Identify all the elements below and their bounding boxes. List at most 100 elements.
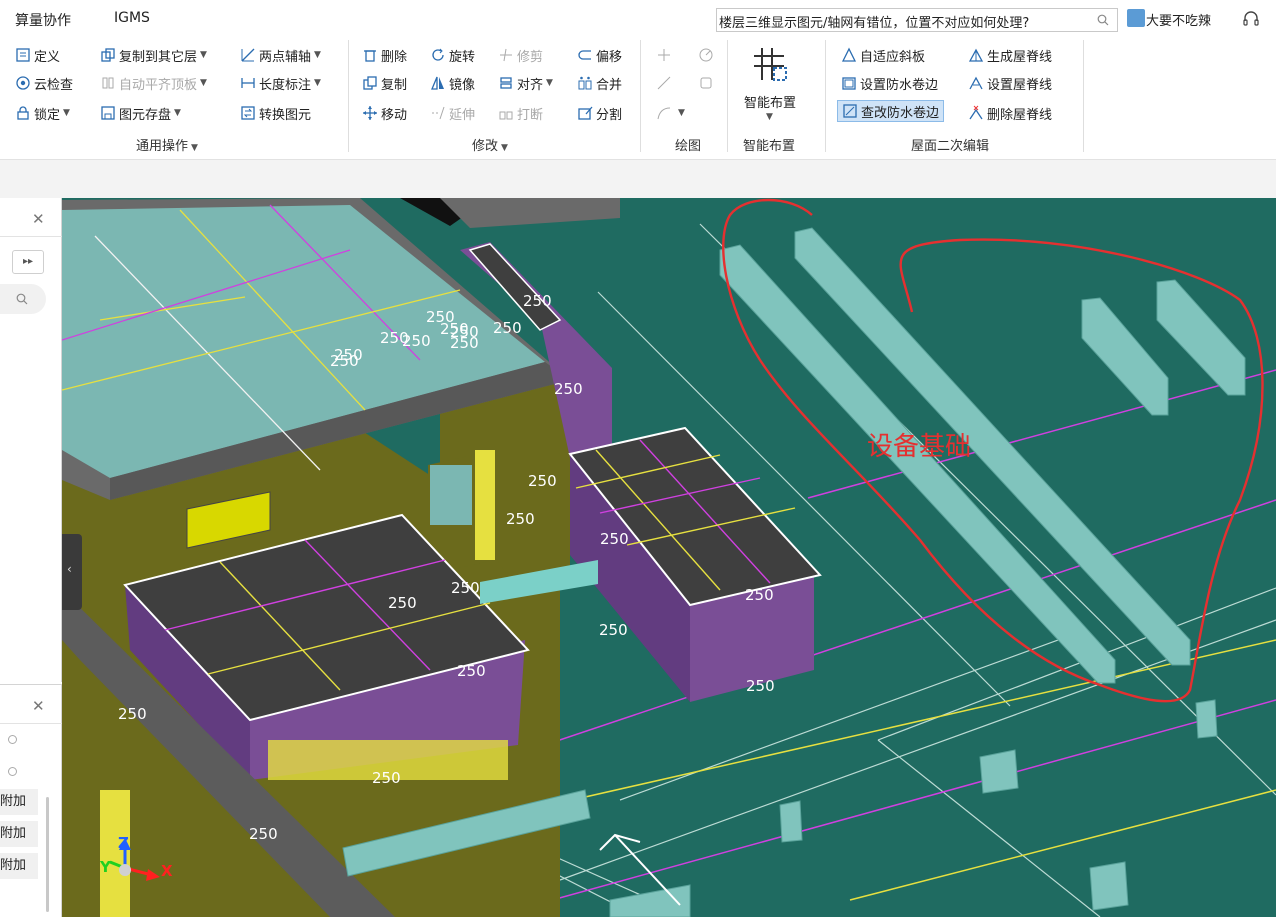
attach-item[interactable]: 附加 xyxy=(0,789,38,815)
dimension-label: 250 xyxy=(528,472,557,490)
auto-flush-top-slab-button[interactable]: 自动平齐顶板 ▼ xyxy=(100,72,207,94)
extend-icon xyxy=(430,105,446,121)
dimension-label: 250 xyxy=(745,586,774,604)
delete-ridge-icon xyxy=(968,105,984,121)
delete-button[interactable]: 删除 xyxy=(362,44,407,66)
collapse-panel-tab[interactable]: ‹ xyxy=(62,534,82,610)
point-icon xyxy=(656,47,672,63)
panel-scrollbar[interactable] xyxy=(46,797,49,912)
generate-ridge-button[interactable]: 生成屋脊线 xyxy=(968,44,1052,66)
panel-divider xyxy=(0,723,62,724)
mirror-button[interactable]: 镜像 xyxy=(430,72,475,94)
group-label-modify[interactable]: 修改 ▼ xyxy=(472,135,508,154)
split-button[interactable]: 分割 xyxy=(577,102,622,124)
group-label-roof: 屋面二次编辑 xyxy=(911,139,990,154)
rotate-button[interactable]: 旋转 xyxy=(430,44,475,66)
panel-search-input[interactable] xyxy=(0,284,46,314)
waterproof-edge-icon xyxy=(841,75,857,91)
chevron-left-icon: ‹ xyxy=(67,562,72,576)
copy-layer-icon xyxy=(100,47,116,63)
document-tab-bar xyxy=(0,160,1276,198)
dimension-label: 250 xyxy=(493,319,522,337)
dimension-label: 250 xyxy=(372,769,401,787)
length-dimension-button[interactable]: 长度标注 ▼ xyxy=(240,72,321,94)
dimension-label: 250 xyxy=(457,662,486,680)
group-separator xyxy=(727,40,728,152)
element-store-button[interactable]: 图元存盘 ▼ xyxy=(100,102,181,124)
move-icon xyxy=(362,105,378,121)
draw-curve-button[interactable]: ▼ xyxy=(656,102,685,124)
merge-icon xyxy=(577,75,593,91)
draw-line-button[interactable] xyxy=(656,72,675,94)
headset-icon[interactable] xyxy=(1242,10,1260,28)
group-label-general[interactable]: 通用操作 ▼ xyxy=(136,135,198,154)
align-icon xyxy=(498,75,514,91)
axis-x-label: X xyxy=(161,862,173,880)
dimension-label: 250 xyxy=(388,594,417,612)
search-icon[interactable] xyxy=(1097,14,1109,26)
search-icon xyxy=(16,293,28,305)
offset-icon xyxy=(577,47,593,63)
auto-flush-icon xyxy=(100,75,116,91)
group-label-smart: 智能布置 xyxy=(743,139,796,154)
check-waterproof-edge-button[interactable]: 查改防水卷边 xyxy=(837,100,945,122)
define-button[interactable]: 定义 xyxy=(15,44,60,66)
adaptive-slope-button[interactable]: 自适应斜板 xyxy=(841,44,925,66)
smart-layout-button[interactable]: 智能布置 ▼ xyxy=(735,44,805,124)
group-separator xyxy=(825,40,826,152)
rectangle-icon xyxy=(698,75,714,91)
attach-item[interactable]: 附加 xyxy=(0,821,38,847)
close-icon[interactable]: ✕ xyxy=(32,210,45,228)
direction-arrow xyxy=(599,833,641,851)
set-ridge-button[interactable]: 设置屋脊线 xyxy=(968,72,1052,94)
dimension-label: 250 xyxy=(599,621,628,639)
ribbon-toolbar: 定义 复制到其它层 ▼ 两点辅轴 ▼ 云检查 自动平齐顶板 ▼ 长度标注 ▼ 锁定 ▼ 图… xyxy=(0,36,1276,160)
merge-button[interactable]: 合并 xyxy=(577,72,622,94)
two-point-axis-button[interactable]: 两点辅轴 ▼ xyxy=(240,44,321,66)
copy-button[interactable]: 复制 xyxy=(362,72,407,94)
break-icon xyxy=(498,105,514,121)
panel-divider xyxy=(0,236,62,237)
draw-arc-button[interactable] xyxy=(698,44,717,66)
check-waterproof-edge-icon xyxy=(842,103,858,119)
radio-option[interactable] xyxy=(8,735,17,744)
dimension-label: 250 xyxy=(523,292,552,310)
trim-button[interactable]: 修剪 xyxy=(498,44,543,66)
set-waterproof-edge-button[interactable]: 设置防水卷边 xyxy=(841,72,938,94)
user-name[interactable]: 大要不吃辣 xyxy=(1146,10,1211,29)
cloud-check-button[interactable]: 云检查 xyxy=(15,72,73,94)
group-separator xyxy=(1083,40,1084,152)
3d-viewport[interactable]: 250 250 250 250 250 250 250 250 250 250 … xyxy=(62,198,1276,917)
attach-item[interactable]: 附加 xyxy=(0,853,38,879)
navigation-panel: ✕ ▸▸ xyxy=(0,198,62,682)
radio-option[interactable] xyxy=(8,767,17,776)
element-store-icon xyxy=(100,105,116,121)
menu-suanliang-xiezuo[interactable]: 算量协作 xyxy=(15,10,71,30)
annotation-label: 设备基础 xyxy=(867,432,972,462)
copy-to-other-layer-button[interactable]: 复制到其它层 ▼ xyxy=(100,44,207,66)
extend-button[interactable]: 延伸 xyxy=(430,102,475,124)
adaptive-slope-icon xyxy=(841,47,857,63)
offset-button[interactable]: 偏移 xyxy=(577,44,622,66)
lock-button[interactable]: 锁定 ▼ xyxy=(15,102,70,124)
align-button[interactable]: 对齐 ▼ xyxy=(498,72,553,94)
dimension-label: 250 xyxy=(554,380,583,398)
close-icon[interactable]: ✕ xyxy=(32,697,45,715)
convert-element-icon xyxy=(240,105,256,121)
expand-panel-button[interactable]: ▸▸ xyxy=(12,250,44,274)
properties-panel: ✕ 附加 附加 附加 xyxy=(0,684,62,917)
search-input[interactable]: 楼层三维显示图元/轴网有错位，位置不对应如何处理? xyxy=(716,8,1118,32)
move-button[interactable]: 移动 xyxy=(362,102,407,124)
break-button[interactable]: 打断 xyxy=(498,102,543,124)
menu-igms[interactable]: IGMS xyxy=(114,10,150,26)
dimension-label: 250 xyxy=(451,579,480,597)
dimension-label: 250 xyxy=(330,352,359,370)
draw-rect-button[interactable] xyxy=(698,72,717,94)
delete-ridge-button[interactable]: 删除屋脊线 xyxy=(968,102,1052,124)
convert-element-button[interactable]: 转换图元 xyxy=(240,102,311,124)
dimension-label: 250 xyxy=(600,530,629,548)
draw-point-button[interactable] xyxy=(656,44,675,66)
user-avatar[interactable] xyxy=(1127,9,1145,27)
mirror-icon xyxy=(430,75,446,91)
lock-icon xyxy=(15,105,31,121)
